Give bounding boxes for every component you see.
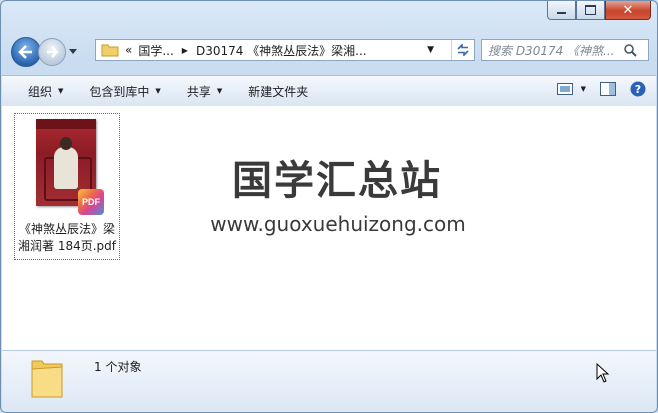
details-pane: 1 个对象	[2, 350, 656, 412]
help-button[interactable]: ?	[630, 81, 646, 97]
new-folder-button[interactable]: 新建文件夹	[248, 83, 308, 100]
file-list-area[interactable]: PDF 《神煞丛辰法》梁 湘润著 184页.pdf 国学汇总站 www.guox…	[2, 106, 656, 350]
close-icon: ✕	[622, 2, 634, 18]
explorer-window: ✕ « 国学... ▶ D30174 《神煞丛辰法》梁湘... ▼ 搜索 D30…	[0, 0, 658, 413]
svg-text:?: ?	[635, 83, 641, 96]
address-bar[interactable]: « 国学... ▶ D30174 《神煞丛辰法》梁湘... ▼	[95, 39, 475, 61]
watermark-title: 国学汇总站	[232, 158, 442, 204]
chevron-down-icon: ▼	[155, 87, 161, 95]
file-name-line2: 湘润著 184页.pdf	[18, 239, 116, 253]
search-icon[interactable]	[624, 44, 637, 57]
breadcrumb-root[interactable]: 国学...	[138, 42, 173, 59]
new-folder-label: 新建文件夹	[248, 84, 309, 99]
maximize-button[interactable]	[576, 1, 605, 20]
command-bar: 组织 ▼ 包含到库中 ▼ 共享 ▼ 新建文件夹 ▼ ?	[2, 75, 656, 107]
navigation-buttons	[11, 37, 78, 67]
forward-arrow-icon	[47, 46, 59, 58]
minimize-button[interactable]	[547, 1, 576, 20]
recent-pages-dropdown[interactable]	[68, 47, 78, 57]
mouse-cursor-icon	[596, 362, 610, 386]
view-icon	[556, 83, 573, 95]
chevron-down-icon: ▼	[216, 87, 223, 95]
breadcrumb-overflow[interactable]: «	[125, 43, 132, 57]
search-placeholder: 搜索 D30174 《神煞...	[488, 43, 615, 58]
maximize-icon	[585, 5, 596, 15]
file-name: 《神煞丛辰法》梁 湘润著 184页.pdf	[15, 221, 119, 255]
pdf-icon: PDF	[78, 189, 104, 215]
watermark: 国学汇总站 www.guoxuehuizong.com	[207, 156, 467, 236]
close-button[interactable]: ✕	[605, 1, 651, 20]
include-library-label: 包含到库中	[89, 84, 150, 99]
file-item[interactable]: PDF 《神煞丛辰法》梁 湘润著 184页.pdf	[14, 113, 120, 260]
breadcrumb-separator-icon[interactable]: ▶	[182, 46, 188, 55]
breadcrumb-current[interactable]: D30174 《神煞丛辰法》梁湘...	[196, 42, 367, 59]
chevron-down-icon: ▼	[58, 87, 64, 95]
include-in-library-menu[interactable]: 包含到库中 ▼	[89, 83, 160, 100]
organize-label: 组织	[28, 84, 53, 99]
back-button[interactable]	[11, 37, 41, 67]
view-controls: ▼ ?	[543, 81, 646, 97]
watermark-url: www.guoxuehuizong.com	[210, 212, 466, 236]
chevron-down-icon	[69, 49, 77, 54]
caption-buttons: ✕	[547, 1, 651, 20]
organize-menu[interactable]: 组织 ▼	[28, 83, 63, 100]
folder-icon	[101, 43, 119, 57]
address-history-dropdown[interactable]: ▼	[427, 45, 434, 55]
help-icon: ?	[630, 81, 646, 97]
minimize-icon	[557, 12, 566, 14]
item-count: 1 个对象	[94, 360, 142, 374]
share-menu[interactable]: 共享 ▼	[187, 83, 222, 100]
preview-pane-icon	[600, 82, 616, 96]
preview-pane-button[interactable]	[600, 82, 616, 96]
share-label: 共享	[186, 84, 211, 99]
forward-button[interactable]	[38, 38, 66, 66]
refresh-button[interactable]	[451, 40, 474, 60]
search-input[interactable]: 搜索 D30174 《神煞...	[481, 39, 649, 61]
folder-icon	[30, 355, 64, 402]
chevron-down-icon[interactable]: ▼	[581, 85, 586, 93]
refresh-icon	[457, 44, 469, 56]
file-name-line1: 《神煞丛辰法》梁	[18, 222, 115, 236]
change-view-button[interactable]: ▼	[556, 83, 586, 95]
back-arrow-icon	[18, 45, 32, 59]
